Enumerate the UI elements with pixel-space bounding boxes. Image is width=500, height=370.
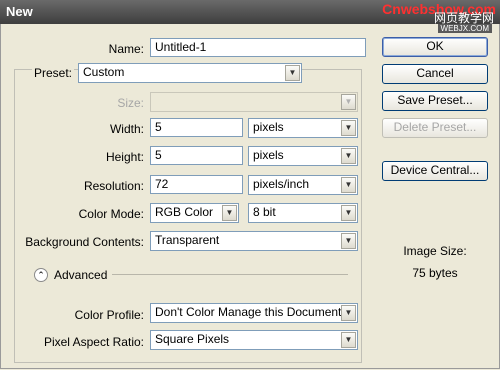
chevron-down-icon[interactable]: ▼ — [341, 332, 356, 348]
name-label: Name: — [108, 42, 144, 56]
cancel-button[interactable]: Cancel — [382, 64, 488, 84]
chevron-down-icon[interactable]: ▼ — [285, 65, 300, 81]
preset-value: Custom — [83, 65, 125, 79]
resolution-label: Resolution: — [83, 179, 144, 193]
bit-depth-select[interactable]: 8 bit ▼ — [248, 203, 358, 223]
width-unit-value: pixels — [253, 120, 284, 134]
chevron-down-icon[interactable]: ▼ — [341, 233, 356, 249]
background-value: Transparent — [155, 233, 220, 247]
width-input[interactable]: 5 — [150, 118, 243, 137]
resolution-unit-value: pixels/inch — [253, 177, 310, 191]
background-label: Background Contents: — [25, 235, 144, 249]
width-label: Width: — [109, 122, 144, 136]
size-label: Size: — [117, 96, 144, 110]
background-select[interactable]: Transparent ▼ — [150, 231, 358, 251]
advanced-toggle-label[interactable]: Advanced — [54, 268, 107, 282]
advanced-divider — [112, 274, 348, 275]
color-mode-value: RGB Color — [155, 205, 214, 219]
height-label: Height: — [105, 150, 144, 164]
pixel-aspect-label: Pixel Aspect Ratio: — [43, 335, 144, 349]
chevron-down-icon[interactable]: ▼ — [341, 148, 356, 164]
collapse-advanced-icon[interactable]: ⌃ — [34, 268, 48, 282]
size-select: ▼ — [150, 92, 358, 112]
color-profile-select[interactable]: Don't Color Manage this Document ▼ — [150, 303, 358, 323]
name-input[interactable]: Untitled-1 — [150, 38, 366, 57]
color-profile-label: Color Profile: — [74, 308, 144, 322]
chevron-down-icon[interactable]: ▼ — [341, 305, 356, 321]
chevron-down-icon[interactable]: ▼ — [341, 177, 356, 193]
chevron-down-icon[interactable]: ▼ — [341, 205, 356, 221]
device-central-button[interactable]: Device Central... — [382, 161, 488, 181]
width-unit-select[interactable]: pixels ▼ — [248, 118, 358, 138]
window-title: New — [6, 4, 33, 19]
ok-button[interactable]: OK — [382, 37, 488, 57]
resolution-input[interactable]: 72 — [150, 175, 243, 194]
pixel-aspect-select[interactable]: Square Pixels ▼ — [150, 330, 358, 350]
chevron-down-icon[interactable]: ▼ — [341, 120, 356, 136]
color-profile-value: Don't Color Manage this Document — [155, 305, 342, 319]
save-preset-button[interactable]: Save Preset... — [382, 91, 488, 111]
preset-label: Preset: — [32, 66, 75, 80]
height-unit-value: pixels — [253, 148, 284, 162]
title-bar: New Cnwebshow.com 网页教学网 — [0, 0, 500, 25]
delete-preset-button: Delete Preset... — [382, 118, 488, 138]
resolution-unit-select[interactable]: pixels/inch ▼ — [248, 175, 358, 195]
preset-select[interactable]: Custom ▼ — [78, 63, 302, 83]
color-mode-select[interactable]: RGB Color ▼ — [150, 203, 239, 223]
bit-depth-value: 8 bit — [253, 205, 276, 219]
pixel-aspect-value: Square Pixels — [155, 332, 230, 346]
image-size-value: 75 bytes — [412, 266, 458, 280]
height-unit-select[interactable]: pixels ▼ — [248, 146, 358, 166]
chevron-down-icon: ▼ — [341, 94, 356, 110]
height-input[interactable]: 5 — [150, 146, 243, 165]
chevron-down-icon[interactable]: ▼ — [222, 205, 237, 221]
image-size-label: Image Size: — [403, 244, 467, 258]
color-mode-label: Color Mode: — [78, 207, 144, 221]
